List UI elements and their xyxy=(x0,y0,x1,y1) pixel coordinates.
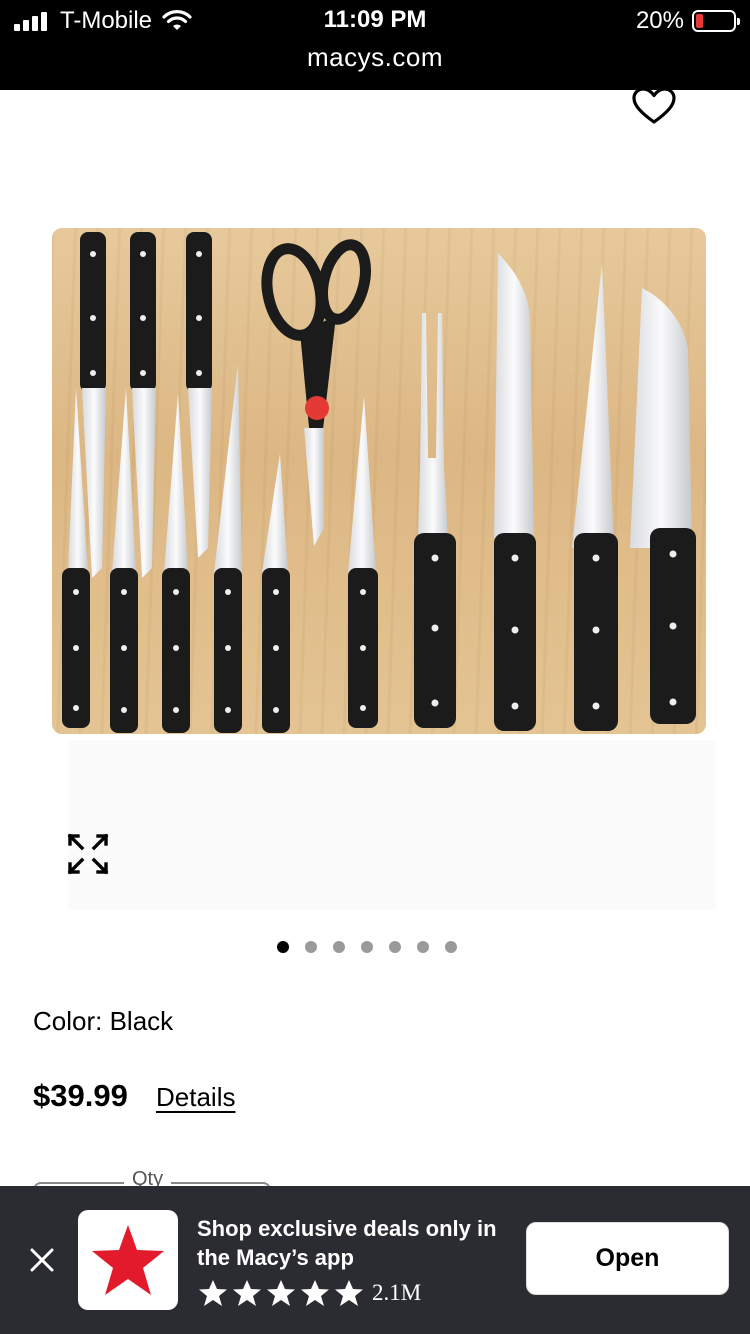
image-pagination[interactable] xyxy=(277,941,473,953)
app-banner: Shop exclusive deals only in the Macy’s … xyxy=(0,1186,750,1334)
knife-set-image xyxy=(62,232,696,733)
url-bar[interactable]: macys.com xyxy=(0,42,750,73)
macys-app-icon[interactable] xyxy=(78,1210,178,1310)
selected-color: Color: Black xyxy=(33,1006,174,1036)
pagination-dot[interactable] xyxy=(389,941,401,953)
macys-star-logo xyxy=(92,1225,164,1295)
star-icon xyxy=(335,1280,363,1306)
product-price: $39.99 xyxy=(33,1078,128,1113)
star-icon xyxy=(233,1280,261,1306)
pagination-dot[interactable] xyxy=(333,941,345,953)
star-icon xyxy=(199,1280,227,1306)
battery-icon xyxy=(692,10,740,32)
product-image-gallery[interactable] xyxy=(0,200,750,920)
details-link[interactable]: Details xyxy=(156,1082,235,1113)
rating-count: 2.1M xyxy=(372,1280,422,1305)
heart-icon[interactable] xyxy=(630,86,678,126)
banner-message: Shop exclusive deals only in the Macy’s … xyxy=(197,1216,497,1270)
star-icon xyxy=(301,1280,329,1306)
app-rating: 2.1M xyxy=(198,1279,421,1307)
status-bar: T-Mobile 11:09 PM 20% macys.com xyxy=(0,0,750,90)
star-icon xyxy=(267,1280,295,1306)
image-backdrop xyxy=(68,740,716,910)
pagination-dot[interactable] xyxy=(305,941,317,953)
pagination-dot[interactable] xyxy=(445,941,457,953)
pagination-dot[interactable] xyxy=(417,941,429,953)
pagination-dot[interactable] xyxy=(361,941,373,953)
close-icon[interactable] xyxy=(28,1246,56,1274)
status-right: 20% xyxy=(635,6,740,36)
expand-icon[interactable] xyxy=(66,832,110,876)
pagination-dot[interactable] xyxy=(277,941,289,953)
open-app-button[interactable]: Open xyxy=(526,1222,729,1295)
battery-percent: 20% xyxy=(635,7,684,34)
